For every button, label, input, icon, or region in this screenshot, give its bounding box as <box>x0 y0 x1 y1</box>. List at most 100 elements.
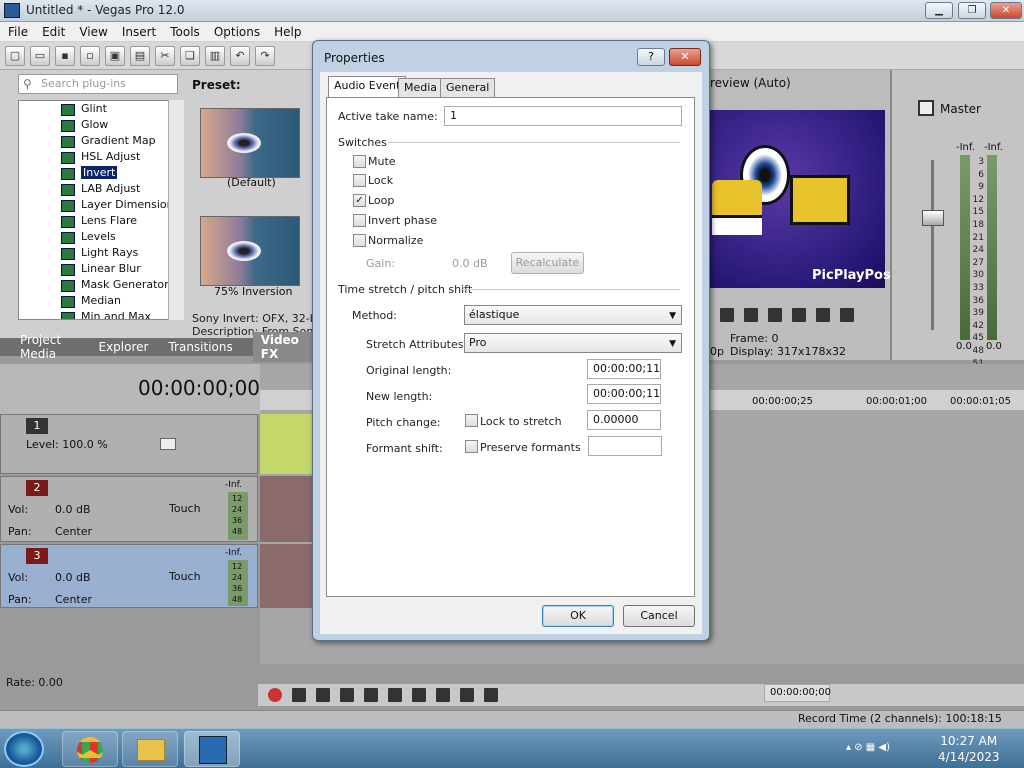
plugin-item[interactable]: Linear Blur <box>19 261 183 277</box>
search-plugins-input[interactable]: Search plug-ins <box>18 74 178 94</box>
redo-icon[interactable]: ↷ <box>255 45 275 66</box>
stop-icon[interactable] <box>388 688 402 702</box>
plugin-list[interactable]: Glint Glow Gradient Map HSL Adjust Invert LAB… <box>18 100 184 320</box>
master-fader[interactable] <box>922 210 944 226</box>
plugin-item[interactable]: Levels <box>19 229 183 245</box>
plugin-item[interactable]: Light Rays <box>19 245 183 261</box>
vegas-taskbar-icon[interactable] <box>184 731 240 767</box>
minimize-button[interactable]: ▁ <box>925 2 953 19</box>
plugin-item[interactable]: Mask Generator <box>19 277 183 293</box>
save-icon[interactable]: ▪ <box>55 45 75 66</box>
tab-general[interactable]: General <box>440 78 496 98</box>
play-from-start-icon[interactable] <box>316 688 330 702</box>
next-frame-icon[interactable] <box>792 308 806 322</box>
menu-options[interactable]: Options <box>214 25 260 39</box>
method-select[interactable]: élastique ▼ <box>464 305 682 325</box>
ok-button[interactable]: OK <box>542 605 614 627</box>
prev-frame-icon[interactable] <box>460 688 474 702</box>
plugin-item[interactable]: Invert <box>19 165 183 181</box>
active-take-input[interactable]: 1 <box>444 106 682 126</box>
meter-scale-label: 48 <box>972 345 984 356</box>
preset-thumb-75[interactable] <box>200 216 300 286</box>
tab-transitions[interactable]: Transitions <box>168 340 232 354</box>
loop-checkbox[interactable]: ✓ <box>353 194 366 207</box>
menu-tools[interactable]: Tools <box>170 25 200 39</box>
formant-shift-input[interactable] <box>588 436 662 456</box>
explorer-taskbar-icon[interactable] <box>122 731 178 767</box>
plugin-item[interactable]: Layer Dimensional <box>19 197 183 213</box>
taskbar-clock[interactable]: 10:27 AM 4/14/2023 <box>938 733 1000 765</box>
plugin-item[interactable]: Lens Flare <box>19 213 183 229</box>
plugin-item[interactable]: Glint <box>19 101 183 117</box>
audio-clip[interactable] <box>260 544 312 608</box>
stop-icon[interactable] <box>744 308 758 322</box>
loop-icon[interactable] <box>292 688 306 702</box>
cut-icon[interactable]: ✂ <box>155 45 175 66</box>
tab-audio-event[interactable]: Audio Event <box>328 76 407 98</box>
pause-icon[interactable] <box>364 688 378 702</box>
touch-mode[interactable]: Touch <box>169 502 201 515</box>
ruler-label-2: 00:00:01;00 <box>866 396 928 407</box>
mute-checkbox[interactable] <box>353 155 366 168</box>
normalize-checkbox[interactable] <box>353 234 366 247</box>
menu-insert[interactable]: Insert <box>122 25 156 39</box>
next-frame-icon[interactable] <box>484 688 498 702</box>
cancel-button[interactable]: Cancel <box>623 605 695 627</box>
plugin-item[interactable]: Min and Max <box>19 309 183 319</box>
rewind-icon[interactable] <box>816 308 830 322</box>
menu-edit[interactable]: Edit <box>42 25 65 39</box>
tray-icons[interactable]: ▴ ⊘ ▦ ◀) <box>846 742 930 756</box>
tab-video-fx[interactable]: Video FX <box>252 332 312 362</box>
plugin-item[interactable]: Glow <box>19 117 183 133</box>
original-length-input[interactable]: 00:00:00;11 <box>587 359 661 379</box>
prev-frame-icon[interactable] <box>768 308 782 322</box>
menu-help[interactable]: Help <box>274 25 301 39</box>
preview-mode[interactable]: review (Auto) <box>710 76 791 90</box>
tab-project-media[interactable]: Project Media <box>20 333 79 361</box>
new-length-input[interactable]: 00:00:00;11 <box>587 384 661 404</box>
start-button[interactable] <box>4 731 44 767</box>
tab-explorer[interactable]: Explorer <box>99 340 149 354</box>
meter-scale: 36912151821242730333639424548515457 <box>970 156 984 395</box>
record-icon[interactable] <box>268 688 282 702</box>
plugin-item[interactable]: LAB Adjust <box>19 181 183 197</box>
paste-icon[interactable]: ▥ <box>205 45 225 66</box>
plugin-item[interactable]: Gradient Map <box>19 133 183 149</box>
menu-file[interactable]: File <box>8 25 28 39</box>
close-button[interactable]: ✕ <box>990 2 1022 19</box>
lock-to-stretch-checkbox[interactable] <box>465 414 478 427</box>
plugin-item[interactable]: Median <box>19 293 183 309</box>
menu-view[interactable]: View <box>79 25 107 39</box>
recalculate-button[interactable]: Recalculate <box>511 252 584 274</box>
stretch-attributes-select[interactable]: Pro ▼ <box>464 333 682 353</box>
maximize-button[interactable]: ❐ <box>958 2 986 19</box>
copy-icon[interactable]: ❏ <box>180 45 200 66</box>
dialog-help-button[interactable]: ? <box>637 48 665 66</box>
plugin-list-scrollbar[interactable] <box>168 100 184 320</box>
plugin-item[interactable]: HSL Adjust <box>19 149 183 165</box>
dialog-close-button[interactable]: ✕ <box>669 48 701 66</box>
video-clip[interactable] <box>260 414 312 474</box>
open-icon[interactable]: ▭ <box>30 45 50 66</box>
touch-mode[interactable]: Touch <box>169 570 201 583</box>
save-as-icon[interactable]: ▫ <box>80 45 100 66</box>
lock-checkbox[interactable] <box>353 174 366 187</box>
preset-thumb-default[interactable] <box>200 108 300 178</box>
pause-icon[interactable] <box>720 308 734 322</box>
forward-icon[interactable] <box>840 308 854 322</box>
render-icon[interactable]: ▣ <box>105 45 125 66</box>
level-slider-handle[interactable] <box>160 438 176 450</box>
pitch-change-input[interactable]: 0.00000 <box>587 410 661 430</box>
tab-media[interactable]: Media <box>398 78 444 98</box>
go-end-icon[interactable] <box>436 688 450 702</box>
play-icon[interactable] <box>340 688 354 702</box>
audio-clip[interactable] <box>260 476 312 542</box>
go-start-icon[interactable] <box>412 688 426 702</box>
undo-icon[interactable]: ↶ <box>230 45 250 66</box>
transport-timecode[interactable]: 00:00:00;00 <box>764 684 831 702</box>
invert-phase-checkbox[interactable] <box>353 214 366 227</box>
chrome-taskbar-icon[interactable] <box>62 731 118 767</box>
properties-icon[interactable]: ▤ <box>130 45 150 66</box>
preserve-formants-checkbox[interactable] <box>465 440 478 453</box>
new-icon[interactable]: ▢ <box>5 45 25 66</box>
